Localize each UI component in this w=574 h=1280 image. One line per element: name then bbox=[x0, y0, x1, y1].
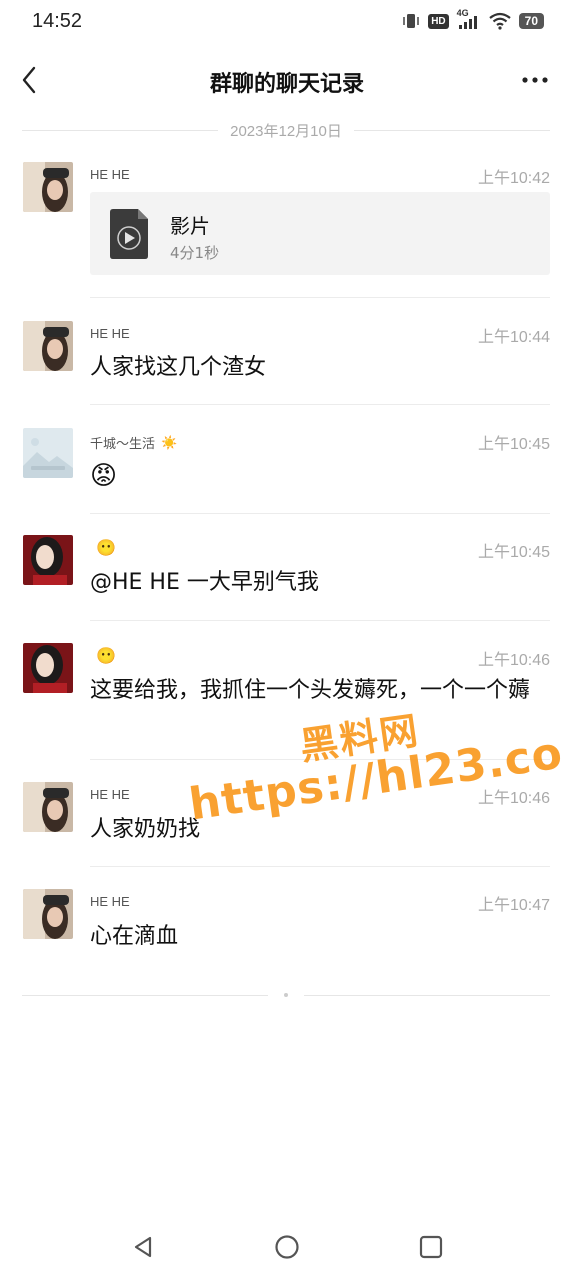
video-card[interactable]: 影片 4分1秒 bbox=[90, 192, 550, 275]
neutral-face-emoji-icon: 😶 bbox=[96, 648, 116, 665]
message-separator bbox=[90, 297, 550, 298]
avatar[interactable] bbox=[23, 321, 73, 371]
end-divider bbox=[22, 990, 550, 1000]
divider-line bbox=[304, 994, 550, 996]
sender-label: HE HE bbox=[90, 167, 130, 182]
sender-label: HE HE bbox=[90, 894, 130, 909]
message-time: 上午10:46 bbox=[477, 790, 550, 807]
date-label: 2023年12月10日 bbox=[230, 122, 342, 140]
message-separator bbox=[90, 404, 550, 405]
divider-line bbox=[353, 129, 550, 131]
recents-square-icon[interactable] bbox=[416, 1232, 446, 1262]
vibrate-icon bbox=[403, 14, 419, 28]
video-file-icon bbox=[110, 209, 148, 259]
neutral-face-emoji-icon: 😶 bbox=[96, 540, 116, 557]
nav-bar: 群聊的聊天记录 bbox=[0, 52, 574, 108]
message-time: 上午10:45 bbox=[477, 436, 550, 453]
video-duration: 4分1秒 bbox=[170, 244, 220, 262]
message-item: HE HE 上午10:42 影片 4分1秒 bbox=[0, 160, 574, 300]
message-item: 😶 上午10:46 这要给我，我抓住一个头发薅死，一个一个薅 bbox=[0, 641, 574, 761]
message-text: @HE HE 一大早别气我 bbox=[90, 570, 319, 595]
message-separator bbox=[90, 759, 550, 760]
message-item: HE HE 上午10:46 人家奶奶找 bbox=[0, 780, 574, 868]
page-title: 群聊的聊天记录 bbox=[209, 72, 364, 97]
message-time: 上午10:45 bbox=[477, 544, 550, 561]
system-nav-bar bbox=[0, 1212, 574, 1280]
signal-icon: 4G bbox=[457, 8, 481, 30]
sender-name: HE HE bbox=[90, 894, 130, 909]
sender-name: 😶 bbox=[90, 538, 116, 558]
avatar[interactable] bbox=[23, 782, 73, 832]
status-time: 14:52 bbox=[32, 10, 83, 32]
message-item: 千城～生活 ☀️ 上午10:45 😡 bbox=[0, 426, 574, 514]
message-separator bbox=[90, 866, 550, 867]
sender-name: 😶 bbox=[90, 646, 116, 666]
divider-dot bbox=[284, 993, 288, 997]
message-item: 😶 上午10:45 @HE HE 一大早别气我 bbox=[0, 533, 574, 621]
message-separator bbox=[90, 620, 550, 621]
divider-line bbox=[22, 994, 268, 996]
sender-name: 千城～生活 ☀️ bbox=[90, 433, 177, 452]
sender-label: 千城～生活 bbox=[90, 436, 156, 451]
sun-emoji-icon: ☀️ bbox=[161, 434, 178, 450]
avatar[interactable] bbox=[23, 889, 73, 939]
avatar[interactable] bbox=[23, 428, 73, 478]
sender-name: HE HE bbox=[90, 167, 130, 182]
home-circle-icon[interactable] bbox=[272, 1232, 302, 1262]
message-item: HE HE 上午10:44 人家找这几个渣女 bbox=[0, 319, 574, 407]
sender-name: HE HE bbox=[90, 787, 130, 802]
message-time: 上午10:44 bbox=[477, 329, 550, 346]
date-divider: 2023年12月10日 bbox=[22, 118, 550, 142]
more-options-button[interactable] bbox=[520, 68, 550, 92]
wifi-icon bbox=[488, 12, 511, 30]
back-triangle-icon[interactable] bbox=[128, 1232, 158, 1262]
angry-emoji-icon: 😡 bbox=[90, 461, 118, 491]
status-bar: 14:52 HD 4G 70 bbox=[0, 0, 574, 46]
message-text: 心在滴血 bbox=[90, 924, 179, 949]
message-time: 上午10:42 bbox=[477, 170, 550, 187]
sender-label: HE HE bbox=[90, 787, 130, 802]
message-text: 人家找这几个渣女 bbox=[90, 355, 267, 380]
message-text: 这要给我，我抓住一个头发薅死，一个一个薅 bbox=[90, 678, 531, 703]
message-item: HE HE 上午10:47 心在滴血 bbox=[0, 887, 574, 975]
message-time: 上午10:46 bbox=[477, 652, 550, 669]
status-icons: HD 4G 70 bbox=[402, 8, 544, 30]
avatar[interactable] bbox=[23, 643, 73, 693]
avatar[interactable] bbox=[23, 162, 73, 212]
video-name: 影片 bbox=[170, 214, 210, 238]
sender-name: HE HE bbox=[90, 326, 130, 341]
divider-line bbox=[22, 129, 219, 131]
message-text: 人家奶奶找 bbox=[90, 817, 201, 842]
message-time: 上午10:47 bbox=[477, 897, 550, 914]
hd-badge: HD bbox=[428, 13, 449, 29]
avatar[interactable] bbox=[23, 535, 73, 585]
battery-indicator: 70 bbox=[518, 13, 544, 29]
message-separator bbox=[90, 513, 550, 514]
sender-label: HE HE bbox=[90, 326, 130, 341]
